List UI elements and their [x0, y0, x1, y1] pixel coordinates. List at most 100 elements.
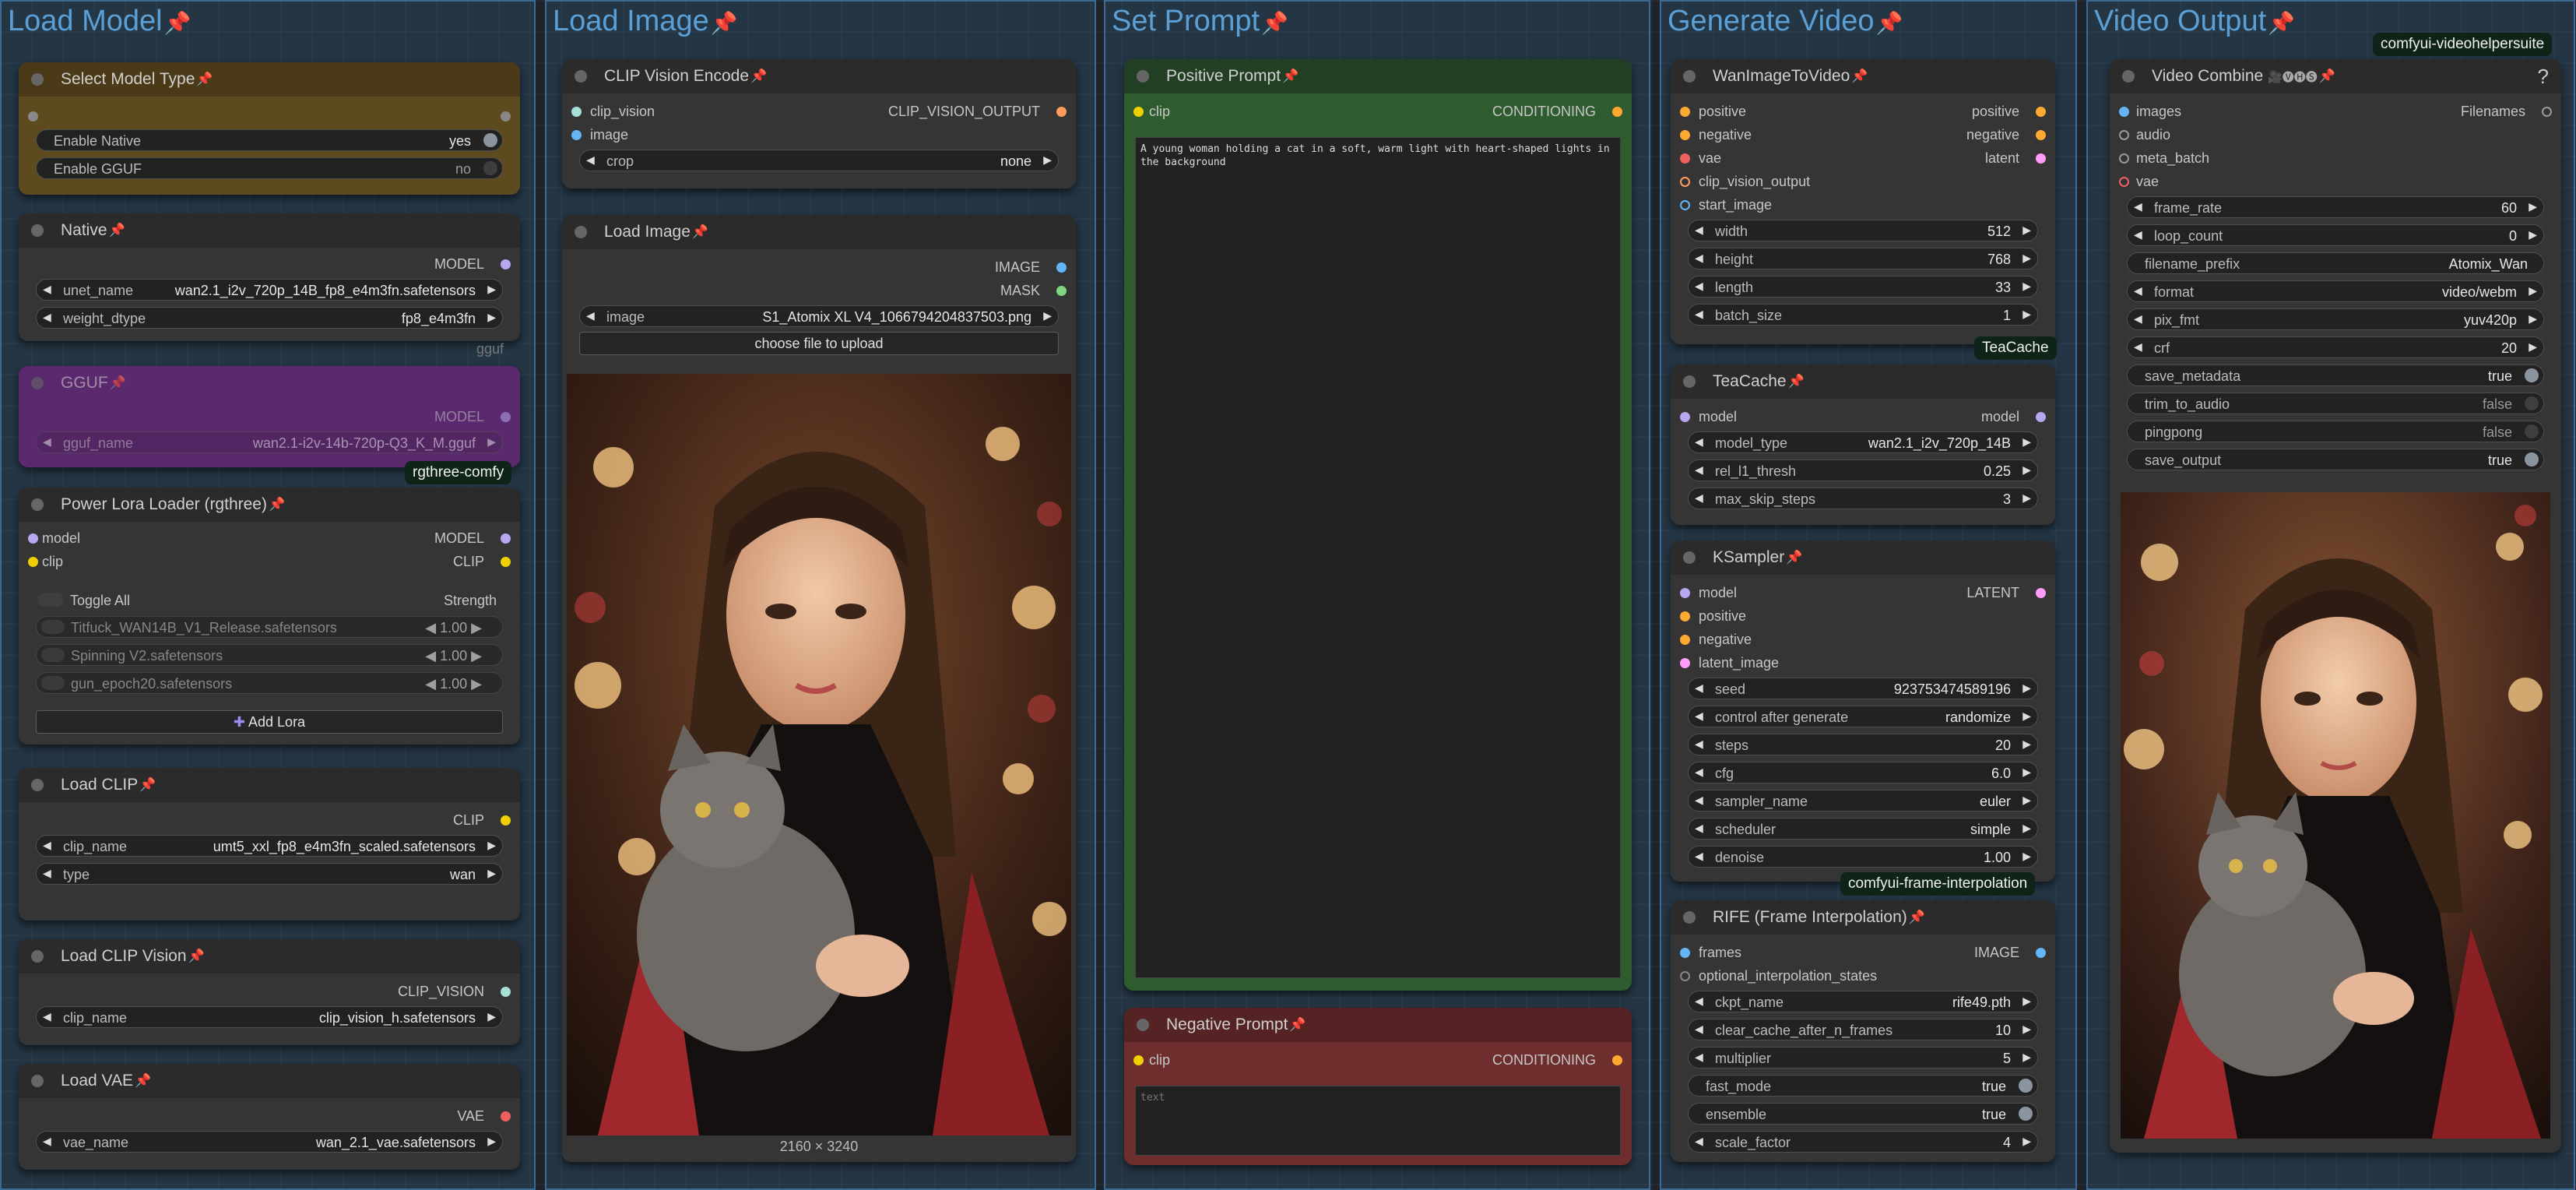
sampler-name-combo[interactable]: ◀ sampler_name euler ▶ [1688, 790, 2038, 812]
node-load-clip-vision[interactable]: Load CLIP Vision 📌 CLIP_VISION ◀ clip_name… [19, 939, 520, 1045]
lora-item[interactable]: Spinning V2.safetensors ◀ 1.00 ▶ [36, 644, 503, 666]
save-metadata-toggle[interactable]: save_metadata true [2127, 364, 2544, 386]
node-wan-image-to-video[interactable]: WanImageToVideo 📌 positive positive negati… [1671, 59, 2055, 344]
image-combo[interactable]: ◀ image S1_Atomix XL V4_1066794204837503.p… [579, 305, 1059, 327]
input-socket[interactable] [571, 107, 582, 117]
output-socket[interactable] [2036, 130, 2046, 140]
node-power-lora-loader[interactable]: Power Lora Loader (rgthree) 📌 model MODEL … [19, 488, 520, 745]
control-after-generate-combo[interactable]: ◀ control after generate randomize ▶ [1688, 706, 2038, 727]
input-socket[interactable] [1680, 107, 1690, 117]
collapse-dot-icon[interactable] [31, 779, 44, 791]
input-socket[interactable] [1680, 130, 1690, 140]
choose-file-button[interactable]: choose file to upload [579, 332, 1059, 355]
ensemble-toggle[interactable]: ensemble true [1688, 1103, 2038, 1125]
rel-l1-thresh-number[interactable]: ◀ rel_l1_thresh 0.25 ▶ [1688, 459, 2038, 481]
node-clip-vision-encode[interactable]: CLIP Vision Encode 📌 clip_vision CLIP_VISI… [562, 59, 1076, 188]
node-load-image[interactable]: Load Image 📌 IMAGE MASK ◀ image S1_Atomix X… [562, 215, 1076, 1162]
output-socket[interactable] [2036, 153, 2046, 164]
node-negative-prompt[interactable]: Negative Prompt 📌 clip CONDITIONING text [1124, 1008, 1632, 1165]
output-socket[interactable] [2542, 107, 2552, 117]
ckpt-name-combo[interactable]: ◀ ckpt_name rife49.pth ▶ [1688, 991, 2038, 1012]
left-arrow-icon[interactable]: ◀ [586, 309, 595, 322]
node-load-vae[interactable]: Load VAE 📌 VAE ◀ vae_name wan_2.1_vae.safet… [19, 1064, 520, 1170]
collapse-dot-icon[interactable] [31, 377, 44, 389]
input-socket[interactable] [1680, 153, 1690, 164]
left-arrow-icon[interactable]: ◀ [43, 1010, 51, 1023]
left-arrow-icon[interactable]: ◀ [586, 153, 595, 167]
positive-prompt-textarea[interactable]: A young woman holding a cat in a soft, w… [1135, 137, 1621, 978]
lora-item[interactable]: Titfuck_WAN14B_V1_Release.safetensors ◀ 1… [36, 616, 503, 638]
crf-number[interactable]: ◀ crf 20 ▶ [2127, 336, 2544, 358]
seed-number[interactable]: ◀ seed 923753474589196 ▶ [1688, 678, 2038, 699]
collapse-dot-icon[interactable] [31, 1075, 44, 1087]
collapse-dot-icon[interactable] [31, 498, 44, 511]
output-socket[interactable] [501, 259, 511, 269]
input-socket[interactable] [28, 533, 38, 544]
length-number[interactable]: ◀ length 33 ▶ [1688, 276, 2038, 298]
input-socket[interactable] [1680, 588, 1690, 598]
save-output-toggle[interactable]: save_output true [2127, 449, 2544, 470]
right-arrow-icon[interactable]: ▶ [487, 867, 496, 880]
collapse-dot-icon[interactable] [1683, 375, 1696, 388]
scale-factor-number[interactable]: ◀ scale_factor 4 ▶ [1688, 1131, 2038, 1153]
weight-dtype-combo[interactable]: ◀ weight_dtype fp8_e4m3fn ▶ [36, 307, 503, 329]
trim-to-audio-toggle[interactable]: trim_to_audio false [2127, 393, 2544, 414]
lora-toggle[interactable] [41, 676, 65, 690]
format-combo[interactable]: ◀ format video/webm ▶ [2127, 280, 2544, 302]
left-arrow-icon[interactable]: ◀ [43, 1135, 51, 1148]
input-socket[interactable] [2119, 107, 2129, 117]
collapse-dot-icon[interactable] [1137, 1019, 1149, 1031]
negative-prompt-textarea[interactable]: text [1135, 1086, 1621, 1156]
output-socket[interactable] [501, 1111, 511, 1121]
collapse-dot-icon[interactable] [2122, 70, 2135, 83]
frame-rate-number[interactable]: ◀ frame_rate 60 ▶ [2127, 196, 2544, 218]
right-arrow-icon[interactable]: ▶ [487, 435, 496, 449]
collapse-dot-icon[interactable] [1683, 551, 1696, 564]
clip-vision-name-combo[interactable]: ◀ clip_name clip_vision_h.safetensors ▶ [36, 1006, 503, 1028]
collapse-dot-icon[interactable] [31, 73, 44, 86]
output-socket[interactable] [2036, 588, 2046, 598]
collapse-dot-icon[interactable] [31, 950, 44, 963]
input-socket[interactable] [1133, 1055, 1144, 1065]
fast-mode-toggle[interactable]: fast_mode true [1688, 1075, 2038, 1097]
output-vae[interactable]: VAE [19, 1104, 520, 1128]
node-positive-prompt[interactable]: Positive Prompt 📌 clip CONDITIONING A youn… [1124, 59, 1632, 991]
node-native[interactable]: Native 📌 MODEL ◀ unet_name wan2.1_i2v_720p_… [19, 213, 520, 341]
left-arrow-icon[interactable]: ◀ [43, 867, 51, 880]
output-socket[interactable] [501, 412, 511, 422]
right-arrow-icon[interactable]: ▶ [1043, 309, 1052, 322]
left-arrow-icon[interactable]: ◀ [43, 311, 51, 324]
output-socket[interactable] [2036, 948, 2046, 958]
output-socket[interactable] [501, 111, 511, 121]
input-socket[interactable] [1680, 412, 1690, 422]
output-clip-vision[interactable]: CLIP_VISION [19, 980, 520, 1003]
right-arrow-icon[interactable]: ▶ [487, 283, 496, 296]
multiplier-number[interactable]: ◀ multiplier 5 ▶ [1688, 1047, 2038, 1069]
node-rife[interactable]: RIFE (Frame Interpolation) 📌 frames IMAGE … [1671, 900, 2055, 1162]
left-arrow-icon[interactable]: ◀ [43, 435, 51, 449]
input-socket[interactable] [1680, 611, 1690, 621]
node-select-model-type[interactable]: Select Model Type 📌 Enable Native yes Enab… [19, 62, 520, 195]
right-arrow-icon[interactable]: ▶ [487, 839, 496, 852]
clear-cache-number[interactable]: ◀ clear_cache_after_n_frames 10 ▶ [1688, 1019, 2038, 1040]
left-arrow-icon[interactable]: ◀ [43, 283, 51, 296]
filename-prefix-input[interactable]: filename_prefix Atomix_Wan [2127, 252, 2544, 274]
vae-name-combo[interactable]: ◀ vae_name wan_2.1_vae.safetensors ▶ [36, 1131, 503, 1153]
node-load-clip[interactable]: Load CLIP 📌 CLIP ◀ clip_name umt5_xxl_fp8_e… [19, 768, 520, 921]
batch-size-number[interactable]: ◀ batch_size 1 ▶ [1688, 304, 2038, 326]
output-socket[interactable] [1056, 107, 1067, 117]
toggle-all-row[interactable]: Toggle All Strength [19, 589, 520, 612]
input-socket[interactable] [1680, 635, 1690, 645]
input-socket[interactable] [1133, 107, 1144, 117]
lora-toggle[interactable] [41, 648, 65, 662]
input-socket[interactable] [1680, 948, 1690, 958]
output-socket[interactable] [2036, 412, 2046, 422]
output-model[interactable]: MODEL [19, 252, 520, 276]
output-model[interactable]: MODEL [19, 405, 520, 428]
scheduler-combo[interactable]: ◀ scheduler simple ▶ [1688, 818, 2038, 840]
right-arrow-icon[interactable]: ▶ [1043, 153, 1052, 167]
node-gguf[interactable]: GGUF 📌 MODEL ◀ gguf_name wan2.1-i2v-14b-720… [19, 366, 520, 467]
output-socket[interactable] [1056, 262, 1067, 273]
output-socket[interactable] [501, 533, 511, 544]
collapse-dot-icon[interactable] [1137, 70, 1149, 83]
